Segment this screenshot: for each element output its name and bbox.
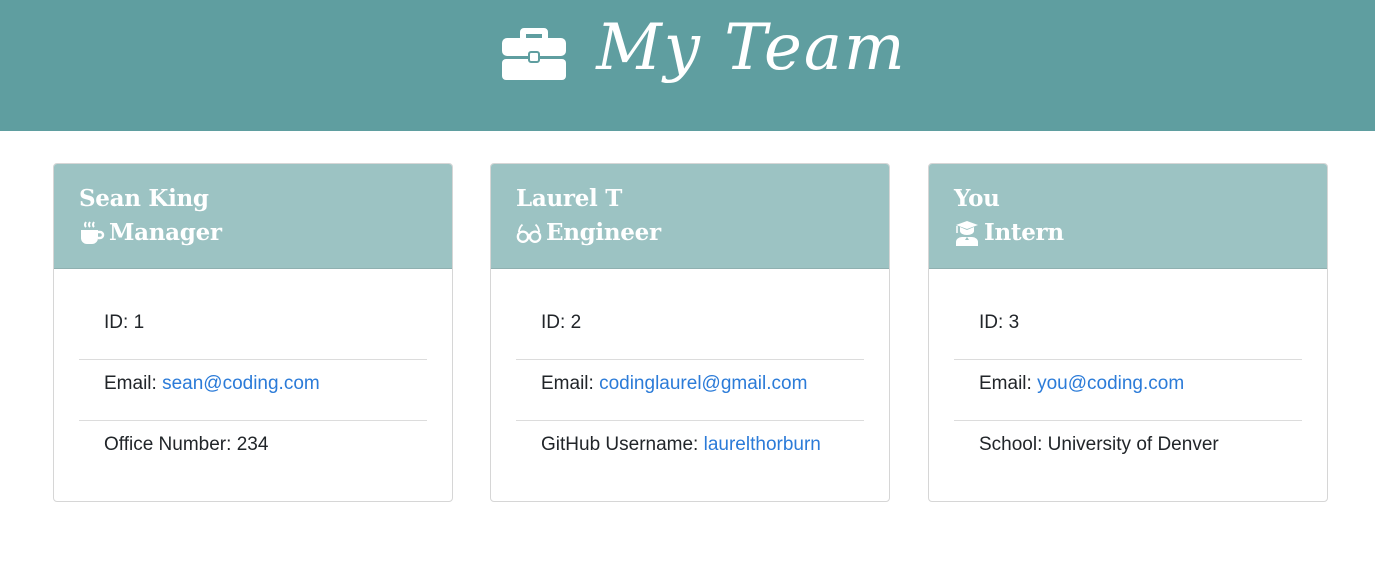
glasses-icon: [516, 223, 542, 243]
item-value: 2: [570, 312, 582, 333]
item-label: Office Number:: [104, 434, 237, 455]
item-value: 3: [1008, 312, 1020, 333]
coffee-icon: [81, 221, 105, 244]
github-link[interactable]: laurelthorburn: [704, 434, 821, 455]
team-cards: Sean King Manager ID: 1 Email: sean@codi…: [0, 131, 1375, 570]
list-item-office: Office Number: 234: [79, 421, 427, 482]
item-value: University of Denver: [1047, 434, 1219, 455]
list-item-id: ID: 3: [954, 299, 1302, 360]
list-item-email: Email: codinglaurel@gmail.com: [516, 360, 864, 421]
page-title: My Team: [596, 11, 907, 85]
graduate-icon: [956, 221, 978, 246]
card-body: ID: 1 Email: sean@coding.com Office Numb…: [54, 269, 452, 482]
list-item-id: ID: 1: [79, 299, 427, 360]
role-label: Manager: [109, 219, 222, 246]
email-link[interactable]: codinglaurel@gmail.com: [599, 373, 807, 394]
employee-role: Intern: [954, 218, 1302, 248]
briefcase-icon: [502, 28, 567, 80]
item-label: Email:: [541, 373, 600, 394]
item-label: School:: [979, 434, 1048, 455]
item-label: Email:: [104, 373, 163, 394]
item-label: ID:: [104, 312, 134, 333]
header-content: My Team: [502, 8, 906, 88]
item-value: 234: [236, 434, 269, 455]
employee-name: Laurel T: [516, 185, 623, 212]
card-body: ID: 2 Email: codinglaurel@gmail.com GitH…: [491, 269, 889, 482]
role-label: Engineer: [546, 219, 661, 246]
list-item-school: School: University of Denver: [954, 421, 1302, 482]
email-link[interactable]: you@coding.com: [1037, 373, 1184, 394]
list-item-github: GitHub Username: laurelthorburn: [516, 421, 864, 482]
list-item-email: Email: sean@coding.com: [79, 360, 427, 421]
list-item-email: Email: you@coding.com: [954, 360, 1302, 421]
item-label: Email:: [979, 373, 1038, 394]
employee-name: You: [954, 185, 1000, 212]
item-value: 1: [133, 312, 145, 333]
role-label: Intern: [984, 219, 1064, 246]
item-label: GitHub Username:: [541, 434, 704, 455]
card-header: Laurel T Engineer: [491, 164, 889, 269]
employee-card-engineer: Laurel T Engineer ID: 2 Email: codinglau…: [490, 163, 890, 502]
list-item-id: ID: 2: [516, 299, 864, 360]
page-header: My Team: [0, 0, 1375, 131]
employee-role: Engineer: [516, 218, 864, 248]
card-header: Sean King Manager: [54, 164, 452, 269]
card-header: You Intern: [929, 164, 1327, 269]
employee-card-intern: You Intern ID: 3 Email: you@coding.com S…: [928, 163, 1328, 502]
email-link[interactable]: sean@coding.com: [162, 373, 320, 394]
employee-card-manager: Sean King Manager ID: 1 Email: sean@codi…: [53, 163, 453, 502]
item-label: ID:: [979, 312, 1009, 333]
employee-name: Sean King: [79, 185, 209, 212]
card-body: ID: 3 Email: you@coding.com School: Univ…: [929, 269, 1327, 482]
item-label: ID:: [541, 312, 571, 333]
employee-role: Manager: [79, 218, 427, 248]
